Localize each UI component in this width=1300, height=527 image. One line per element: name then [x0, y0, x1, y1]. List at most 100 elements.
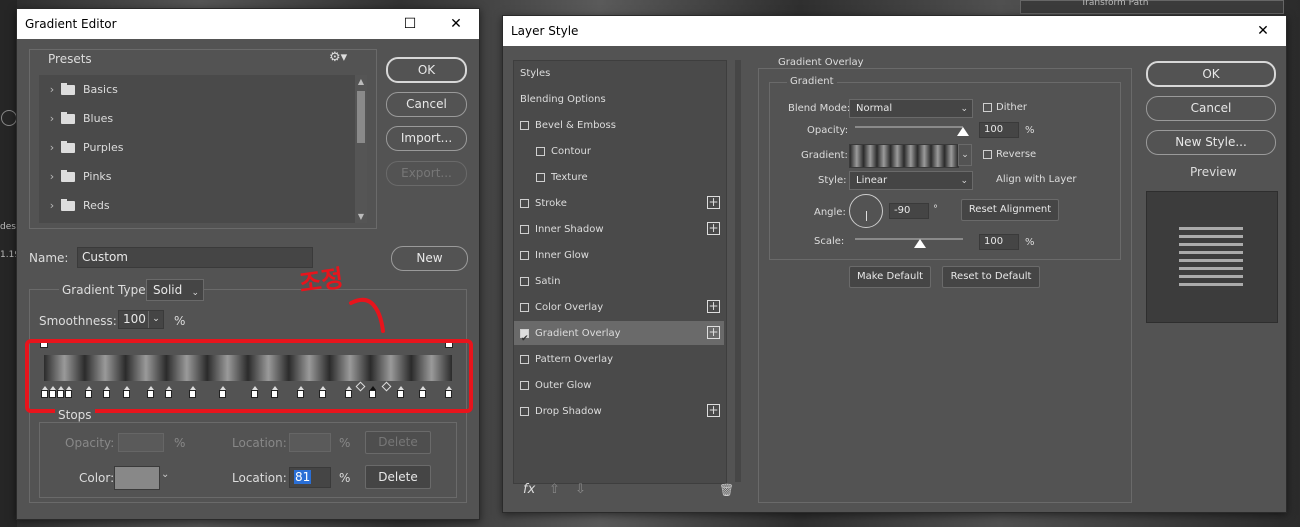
stop-color-swatch[interactable]: [114, 466, 160, 490]
delete-color-stop-button[interactable]: Delete: [365, 465, 431, 489]
style-item-drop-shadow[interactable]: Drop Shadow +: [514, 399, 724, 424]
dither-checkbox[interactable]: [983, 103, 992, 112]
close-icon[interactable]: ✕: [433, 9, 479, 39]
style-item-label: Stroke: [535, 198, 567, 209]
style-item-checkbox[interactable]: [520, 406, 529, 416]
style-item-checkbox[interactable]: [520, 224, 529, 234]
opacity-slider[interactable]: [855, 126, 963, 128]
gradient-type-select[interactable]: Solid ⌄: [146, 279, 204, 301]
smoothness-chevron-icon[interactable]: ⌄: [148, 311, 163, 328]
style-item-contour[interactable]: Contour: [514, 139, 724, 164]
style-item-checkbox[interactable]: [520, 250, 529, 260]
stop-opacity-location-input[interactable]: [289, 433, 331, 452]
export-button[interactable]: Export...: [386, 161, 467, 186]
style-item-satin[interactable]: Satin: [514, 269, 724, 294]
gradient-chevron-icon[interactable]: ⌄: [958, 144, 972, 166]
stop-color-chevron-icon[interactable]: ⌄: [161, 469, 169, 480]
folder-icon: [61, 83, 75, 95]
layer-style-close-icon[interactable]: ✕: [1240, 16, 1286, 46]
style-item-checkbox[interactable]: [520, 198, 529, 208]
add-effect-icon[interactable]: +: [707, 222, 720, 235]
style-item-checkbox[interactable]: [520, 380, 529, 390]
scroll-down-icon[interactable]: ▼: [355, 212, 367, 221]
chevron-right-icon[interactable]: ›: [43, 162, 61, 191]
maximize-icon[interactable]: ☐: [387, 9, 433, 39]
chevron-right-icon[interactable]: ›: [43, 104, 61, 133]
folder-icon: [61, 141, 75, 153]
style-item-checkbox[interactable]: [520, 120, 529, 130]
style-item-color-overlay[interactable]: Color Overlay +: [514, 295, 724, 320]
trash-icon[interactable]: 🗑: [719, 483, 734, 497]
move-up-icon[interactable]: ⇧: [549, 482, 560, 497]
angle-dial[interactable]: [849, 194, 883, 228]
new-style-button[interactable]: New Style...: [1146, 130, 1276, 155]
add-effect-icon[interactable]: +: [707, 326, 720, 339]
style-item-checkbox[interactable]: [520, 276, 529, 286]
cancel-button[interactable]: Cancel: [386, 92, 467, 117]
layer-style-cancel-button[interactable]: Cancel: [1146, 96, 1276, 121]
scale-input[interactable]: 100: [979, 234, 1019, 250]
preview-label: Preview: [1190, 165, 1237, 179]
new-button[interactable]: New: [391, 246, 468, 271]
presets-scrollbar[interactable]: ▲ ▼: [355, 75, 367, 223]
add-effect-icon[interactable]: +: [707, 300, 720, 313]
reset-to-default-button[interactable]: Reset to Default: [942, 266, 1040, 288]
angle-input[interactable]: -90: [889, 203, 929, 219]
style-item-inner-shadow[interactable]: Inner Shadow +: [514, 217, 724, 242]
smoothness-value: 100: [123, 312, 146, 326]
style-item-texture[interactable]: Texture: [514, 165, 724, 190]
style-item-outer-glow[interactable]: Outer Glow: [514, 373, 724, 398]
style-item-checkbox[interactable]: [536, 172, 545, 182]
chevron-right-icon[interactable]: ›: [43, 75, 61, 104]
smoothness-input[interactable]: 100 ⌄: [118, 310, 164, 329]
preset-folder-basics[interactable]: › Basics: [39, 75, 355, 104]
style-item-checkbox[interactable]: [520, 354, 529, 364]
reverse-checkbox[interactable]: [983, 150, 992, 159]
make-default-button[interactable]: Make Default: [849, 266, 931, 288]
chevron-right-icon[interactable]: ›: [43, 133, 61, 162]
chevron-right-icon[interactable]: ›: [43, 191, 61, 220]
stop-color-location-input[interactable]: 81: [289, 467, 331, 488]
stop-opacity-input[interactable]: [118, 433, 164, 452]
preview-stripe: [1179, 235, 1243, 238]
scroll-thumb[interactable]: [357, 91, 365, 143]
angle-degree: °: [933, 204, 938, 215]
blend-mode-select[interactable]: Normal ⌄: [849, 99, 973, 118]
style-item-label: Styles: [520, 68, 551, 79]
opacity-slider-knob[interactable]: [957, 127, 969, 136]
opacity-input[interactable]: 100: [979, 122, 1019, 138]
styles-list-scroll: [735, 60, 741, 482]
preset-folder-purples[interactable]: › Purples: [39, 133, 355, 162]
presets-gear-icon[interactable]: ⚙▾: [329, 50, 347, 65]
folder-icon: [61, 170, 75, 182]
style-item-checkbox[interactable]: [520, 327, 529, 352]
style-item-stroke[interactable]: Stroke +: [514, 191, 724, 216]
style-item-checkbox[interactable]: [520, 302, 529, 312]
style-select[interactable]: Linear ⌄: [849, 171, 973, 190]
fx-icon[interactable]: fx: [523, 482, 535, 497]
move-down-icon[interactable]: ⇩: [575, 482, 586, 497]
add-effect-icon[interactable]: +: [707, 404, 720, 417]
ok-button[interactable]: OK: [386, 57, 467, 83]
delete-opacity-stop-button[interactable]: Delete: [365, 431, 431, 454]
style-item-checkbox[interactable]: [536, 146, 545, 156]
import-button[interactable]: Import...: [386, 126, 467, 151]
preset-label: Basics: [83, 83, 118, 96]
reset-alignment-button[interactable]: Reset Alignment: [961, 199, 1059, 221]
scale-slider-knob[interactable]: [913, 239, 926, 248]
style-item-gradient-overlay[interactable]: Gradient Overlay +: [514, 321, 724, 352]
style-item-styles[interactable]: Styles: [514, 61, 724, 86]
style-item-bevel-emboss[interactable]: Bevel & Emboss: [514, 113, 724, 138]
name-input[interactable]: Custom: [77, 247, 313, 268]
style-item-blending-options[interactable]: Blending Options: [514, 87, 724, 112]
preset-folder-blues[interactable]: › Blues: [39, 104, 355, 133]
preset-folder-reds[interactable]: › Reds: [39, 191, 355, 220]
add-effect-icon[interactable]: +: [707, 196, 720, 209]
scroll-up-icon[interactable]: ▲: [355, 77, 367, 86]
preset-folder-pinks[interactable]: › Pinks: [39, 162, 355, 191]
scale-slider[interactable]: [855, 238, 963, 240]
gradient-swatch[interactable]: [849, 144, 959, 168]
style-item-inner-glow[interactable]: Inner Glow: [514, 243, 724, 268]
style-item-pattern-overlay[interactable]: Pattern Overlay: [514, 347, 724, 372]
layer-style-ok-button[interactable]: OK: [1146, 61, 1276, 87]
